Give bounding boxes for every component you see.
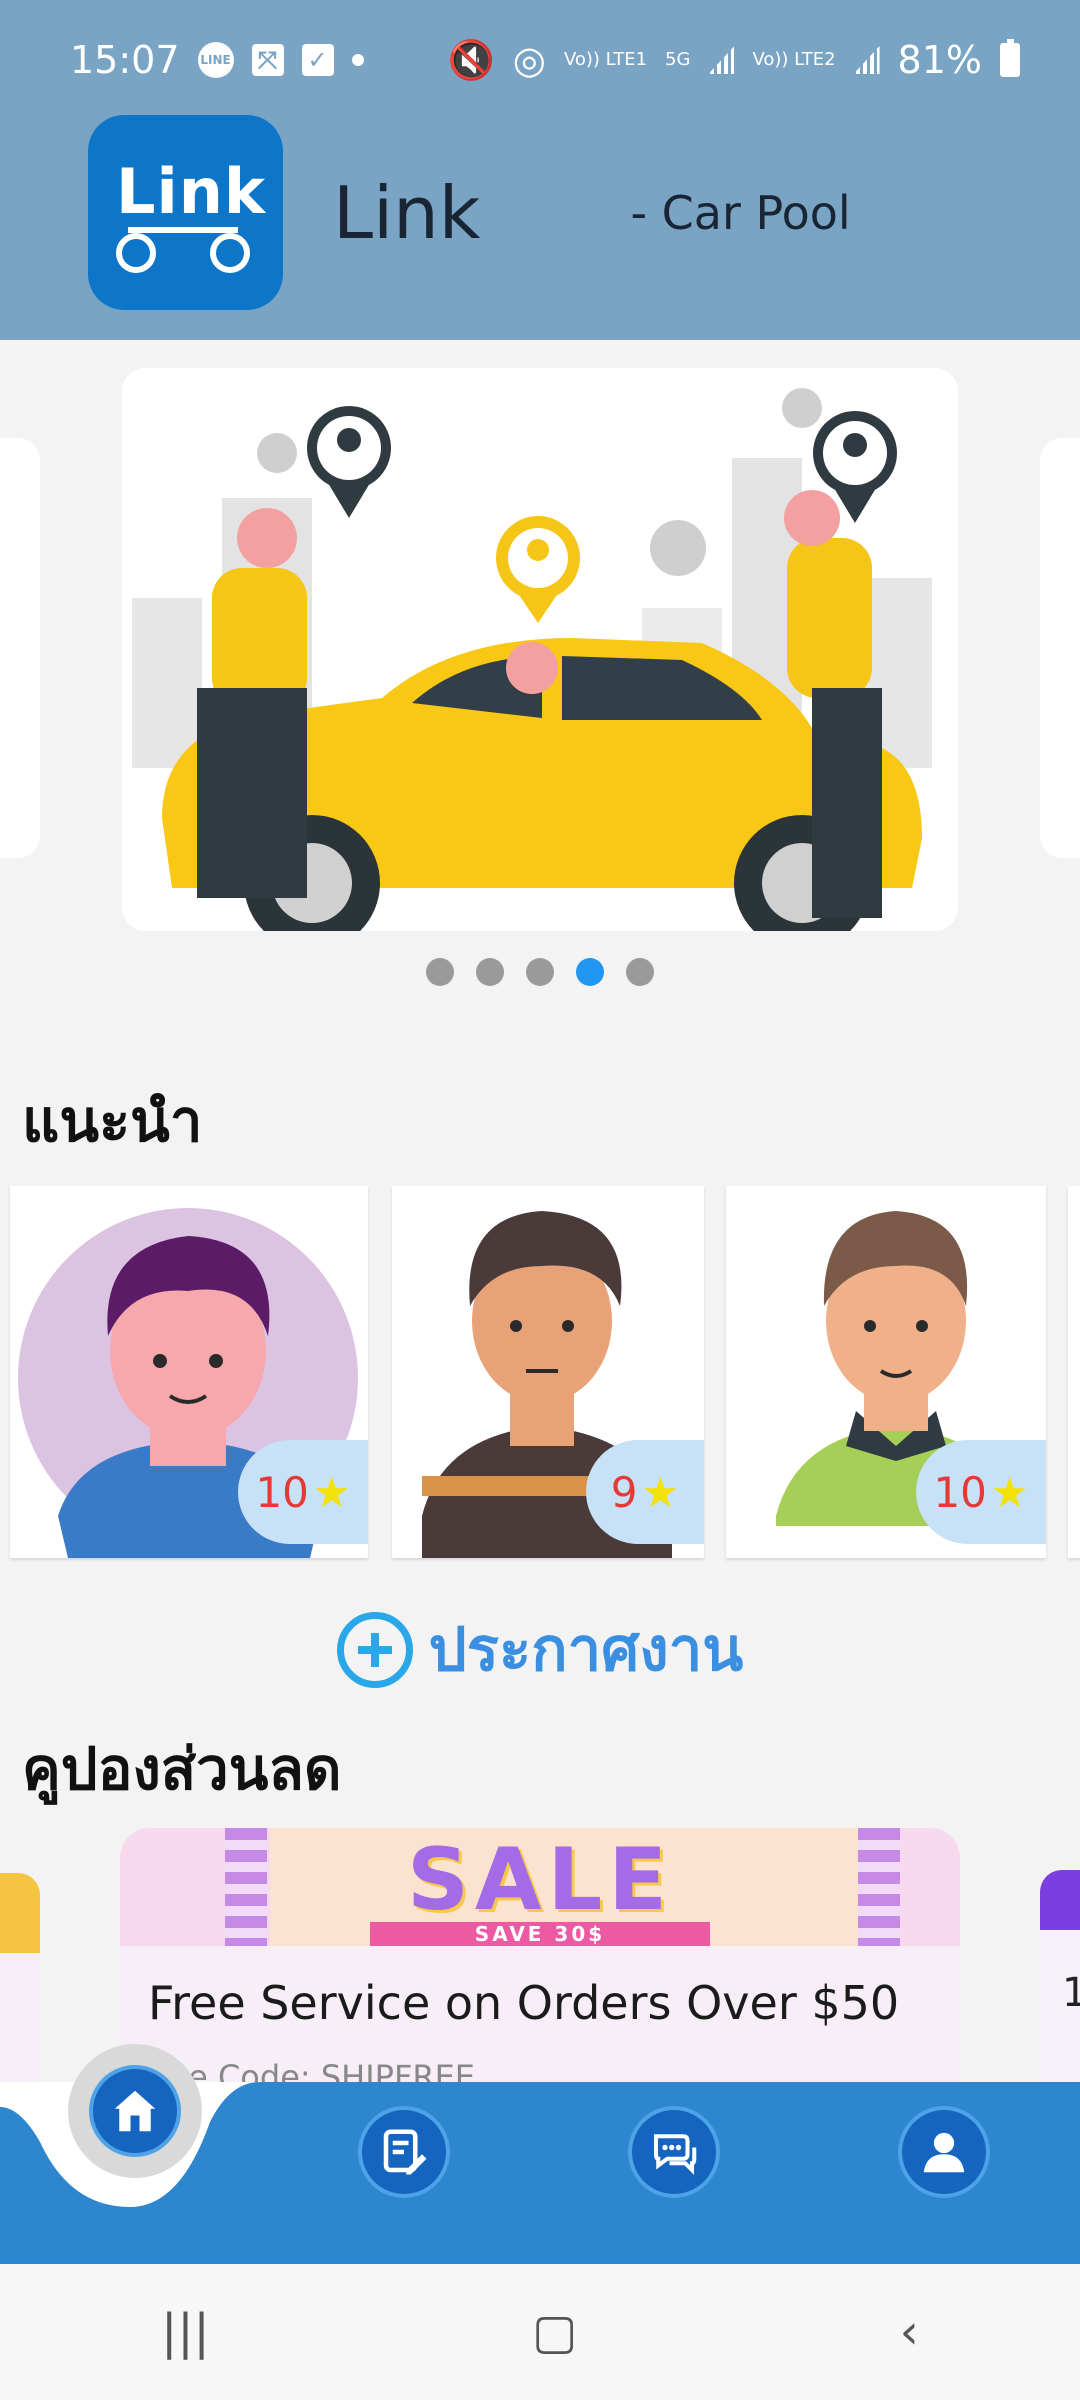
coupon-banner: SALE SAVE 30$ <box>120 1828 960 1946</box>
chat-icon <box>653 2134 697 2175</box>
home-tab-button[interactable] <box>89 2065 181 2157</box>
system-navigation-bar: ||| ▢ ‹ <box>0 2264 1080 2400</box>
app-brand: Link Link - Car Pool <box>88 115 851 310</box>
edit-document-icon <box>383 2129 427 2175</box>
driver-card[interactable]: 9 ★ <box>392 1186 704 1558</box>
sale-ribbon: SAVE 30$ <box>370 1922 710 1946</box>
post-job-button[interactable]: ประกาศงาน <box>0 1602 1080 1697</box>
sale-text: SALE <box>406 1830 674 1930</box>
battery-level: 81% <box>897 38 982 82</box>
logo-car-bar <box>128 227 238 233</box>
recommend-title: แนะนำ <box>22 1087 203 1155</box>
chat-tab-button[interactable] <box>628 2106 720 2198</box>
app-logo: Link <box>88 115 283 310</box>
star-icon: ★ <box>641 1467 680 1517</box>
rating-value: 9 <box>610 1467 638 1517</box>
recommended-drivers-list[interactable]: 10 ★ 9 ★ 10 ★ <box>0 1186 1080 1558</box>
app-name: Link <box>333 170 481 255</box>
home-system-icon[interactable]: ▢ <box>532 2304 577 2360</box>
logo-wheel-icon <box>116 233 156 273</box>
missed-call-icon: ⤧ <box>251 44 284 76</box>
carousel-indicators[interactable] <box>0 958 1080 986</box>
rating-value: 10 <box>255 1467 309 1517</box>
volte2-label: Vo)) LTE2 <box>752 49 836 70</box>
clock: 15:07 <box>70 38 180 82</box>
carousel-dot-active[interactable] <box>576 958 604 986</box>
home-tab-highlight <box>68 2044 202 2178</box>
line-notification-icon: LINE <box>197 42 234 78</box>
driver-card[interactable]: 10 ★ <box>726 1186 1046 1558</box>
signal-icon-1 <box>708 46 735 74</box>
volte1-label: Vo)) LTE1 <box>563 49 648 70</box>
star-icon: ★ <box>312 1467 351 1517</box>
recent-apps-icon[interactable]: ||| <box>161 2304 210 2360</box>
app-header-bar: 15:07 LINE ⤧ ✓ 🔇 ◎ Vo)) LTE1 5G Vo)) LTE… <box>0 0 1080 340</box>
carousel-dot[interactable] <box>476 958 504 986</box>
logo-wheel-icon <box>210 233 250 273</box>
carousel-dot[interactable] <box>526 958 554 986</box>
home-icon <box>114 2090 156 2132</box>
carousel-dot[interactable] <box>426 958 454 986</box>
add-circle-icon <box>336 1611 413 1688</box>
more-notifications-dot <box>351 54 364 66</box>
driver-rating-badge: 10 ★ <box>238 1440 368 1544</box>
profile-tab-button[interactable] <box>898 2106 990 2198</box>
coupons-title: คูปองส่วนลด <box>22 1735 342 1803</box>
driver-card[interactable]: 10 ★ <box>10 1186 368 1558</box>
back-icon[interactable]: ‹ <box>900 2304 919 2360</box>
driver-card-peek[interactable] <box>1068 1186 1080 1558</box>
hotspot-icon: ◎ <box>512 38 546 82</box>
status-bar: 15:07 LINE ⤧ ✓ 🔇 ◎ Vo)) LTE1 5G Vo)) LTE… <box>70 30 1020 90</box>
signal-icon-2 <box>853 46 880 74</box>
battery-icon <box>1000 39 1020 77</box>
coupon-next-peek-text: 1 <box>1062 1970 1080 2016</box>
driver-rating-badge: 10 ★ <box>916 1440 1046 1544</box>
carousel-slide-carpool-illustration[interactable] <box>122 368 958 931</box>
carousel-prev-slide[interactable] <box>0 438 40 858</box>
star-icon: ★ <box>990 1467 1029 1517</box>
logo-text: Link <box>116 155 267 228</box>
jobs-tab-button[interactable] <box>358 2106 450 2198</box>
task-icon: ✓ <box>301 44 334 76</box>
carousel-next-slide[interactable] <box>1040 438 1080 858</box>
mute-icon: 🔇 <box>447 37 495 82</box>
carousel-dot[interactable] <box>626 958 654 986</box>
network-type: 5G <box>665 49 691 70</box>
carpool-illustration <box>122 368 958 931</box>
promo-carousel[interactable] <box>0 368 1080 933</box>
app-subtitle: - Car Pool <box>630 185 851 240</box>
rating-value: 10 <box>933 1467 987 1517</box>
profile-icon <box>923 2132 965 2173</box>
driver-rating-badge: 9 ★ <box>586 1440 704 1544</box>
post-job-label: ประกาศงาน <box>428 1615 744 1685</box>
coupon-title: Free Service on Orders Over $50 <box>148 1976 900 2030</box>
